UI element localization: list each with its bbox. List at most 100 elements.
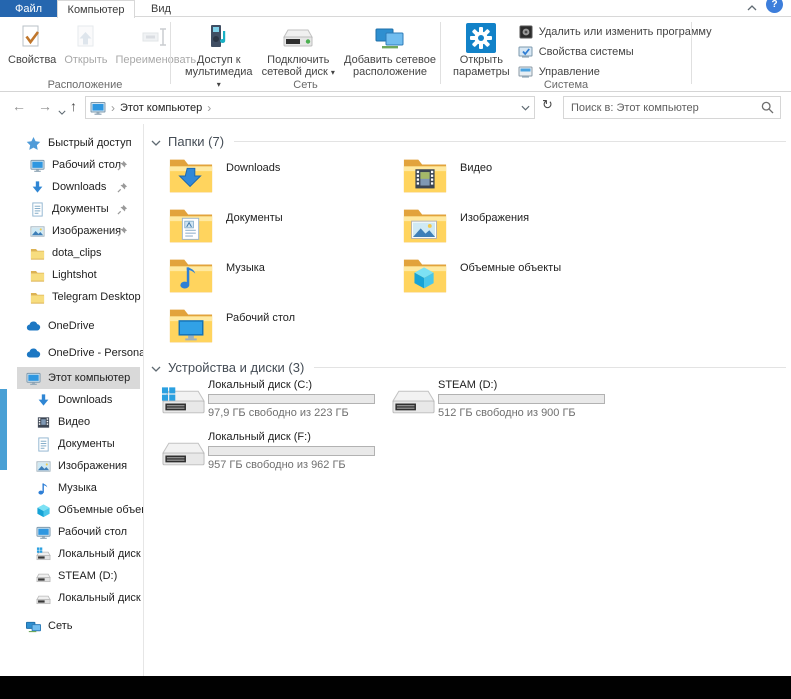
documents-icon [36,437,51,452]
forward-icon[interactable]: → [38,98,52,114]
address-bar[interactable]: › Этот компьютер › [85,96,535,119]
sidebar-item-pc-desktop[interactable]: Рабочий стол [17,521,143,543]
open-settings-label: Открыть параметры [453,54,510,78]
map-network-drive-button[interactable]: Подключить сетевой диск ▾ [257,20,340,79]
folders-section-label: Папки (7) [168,134,225,149]
help-icon[interactable]: ? [766,0,783,13]
uninstall-program-button[interactable]: Удалить или изменить программу [518,22,712,42]
sidebar-item-downloads[interactable]: Downloads [17,176,143,198]
collapse-section-icon[interactable] [151,134,161,149]
sidebar-item-pc-drive-f[interactable]: Локальный диск (F:) [17,587,143,609]
sidebar-item-desktop[interactable]: Рабочий стол [17,154,143,176]
sidebar-item-onedrive[interactable]: OneDrive [17,315,143,337]
sidebar-item-label: Downloads [58,394,113,406]
music-icon [36,481,51,496]
folder-tile-documents[interactable]: Документы [168,205,402,255]
ribbon-tab-bar: Файл Компьютер Вид ? [0,0,791,18]
drive-icon [391,378,438,430]
recent-locations-icon[interactable] [58,102,66,118]
sidebar-item-telegram-desktop[interactable]: Telegram Desktop [17,286,143,308]
back-icon[interactable]: ← [12,98,26,114]
sidebar-item-pc-pictures[interactable]: Изображения [17,455,143,477]
folder-label: Объемные объекты [460,262,562,274]
open-button[interactable]: Открыть [60,20,111,66]
sidebar-item-pc-music[interactable]: Музыка [17,477,143,499]
sidebar-item-quick-access[interactable]: Быстрый доступ [17,132,143,154]
quick-access-star-icon [26,136,41,151]
sidebar-item-label: Музыка [58,482,97,494]
drive-tile-c[interactable]: Локальный диск (C:) 97,9 ГБ свободно из … [161,378,391,430]
map-network-drive-caret-icon: ▾ [330,68,335,77]
folder-label: Документы [226,212,283,224]
tab-computer[interactable]: Компьютер [57,0,135,18]
folder-tile-pictures[interactable]: Изображения [402,205,636,255]
search-box [563,96,781,119]
tab-view[interactable]: Вид [135,0,187,17]
search-icon[interactable] [761,101,774,117]
add-network-location-button[interactable]: Добавить сетевое расположение [340,20,440,78]
tab-file[interactable]: Файл [0,0,57,17]
folder-label: Видео [460,162,493,174]
folder-icon [30,246,45,261]
drive-free-space: 97,9 ГБ свободно из 223 ГБ [208,407,349,419]
downloads-folder-icon [168,155,214,195]
music-folder-icon [168,255,214,295]
pictures-icon [36,459,51,474]
drive-tile-f[interactable]: Локальный диск (F:) 957 ГБ свободно из 9… [161,430,391,482]
folder-tile-downloads[interactable]: Downloads [168,155,402,205]
collapse-section-icon[interactable] [151,360,161,375]
refresh-icon[interactable]: ↻ [542,97,553,113]
drive-icon [36,569,51,584]
sidebar-item-dota-clips[interactable]: dota_clips [17,242,143,264]
search-input[interactable] [564,97,780,118]
drive-usage-bar [208,446,375,456]
sidebar-item-network[interactable]: Сеть [17,615,143,637]
media-access-icon [205,22,233,54]
drives-section-header[interactable]: Устройства и диски (3) [151,360,786,375]
sidebar-item-documents[interactable]: Документы [17,198,143,220]
folder-tile-desktop[interactable]: Рабочий стол [168,305,402,355]
drive-tile-d[interactable]: STEAM (D:) 512 ГБ свободно из 900 ГБ [391,378,621,430]
system-drive-icon [161,378,208,430]
add-network-location-icon [374,22,406,54]
sidebar-item-label: Изображения [52,225,122,237]
ribbon-separator [691,22,692,84]
sidebar-item-onedrive-personal[interactable]: OneDrive - Personal [17,342,143,364]
up-icon[interactable]: ↑ [70,98,77,114]
folder-tile-3d-objects[interactable]: Объемные объекты [402,255,636,305]
rename-icon [141,22,171,54]
collapse-ribbon-icon[interactable] [747,2,757,14]
sidebar-item-pc-downloads[interactable]: Downloads [17,389,143,411]
folder-label: Рабочий стол [226,312,296,324]
drive-icon [36,591,51,606]
properties-button[interactable]: Свойства [4,20,60,66]
breadcrumb-this-pc[interactable]: Этот компьютер [120,102,202,114]
folders-section-header[interactable]: Папки (7) [151,134,786,149]
pin-icon [117,182,135,196]
folder-tile-music[interactable]: Музыка [168,255,402,305]
address-dropdown-icon[interactable] [521,102,530,114]
group-label-system: Система [543,79,589,91]
sidebar-item-this-pc[interactable]: Этот компьютер [17,367,140,389]
sidebar-item-lightshot[interactable]: Lightshot [17,264,143,286]
sidebar-item-pc-drive-c[interactable]: Локальный диск (C:) [17,543,143,565]
desktop-folder-icon [168,305,214,345]
sidebar-item-label: Сеть [48,620,73,632]
sidebar-item-pc-3d-objects[interactable]: Объемные объекты [17,499,143,521]
folder-tile-videos[interactable]: Видео [402,155,636,205]
sidebar-item-pc-videos[interactable]: Видео [17,411,143,433]
sidebar-item-label: Документы [52,203,109,215]
uninstall-program-label: Удалить или изменить программу [538,26,712,38]
map-network-drive-icon [281,22,315,54]
content-area: Быстрый доступ Рабочий стол Downloads До… [0,124,791,676]
sidebar-item-pc-drive-d[interactable]: STEAM (D:) [17,565,143,587]
sidebar-item-pictures[interactable]: Изображения [17,220,143,242]
system-properties-label: Свойства системы [538,46,634,58]
file-list-pane: Папки (7) Downloads Видео Документы Изоб… [144,124,791,676]
breadcrumb-separator: › [111,100,115,115]
pin-icon [117,226,135,240]
system-properties-button[interactable]: Свойства системы [518,42,712,62]
sidebar-item-pc-documents[interactable]: Документы [17,433,143,455]
sidebar-item-label: Рабочий стол [58,526,128,538]
open-settings-button[interactable]: Открыть параметры [449,20,514,78]
